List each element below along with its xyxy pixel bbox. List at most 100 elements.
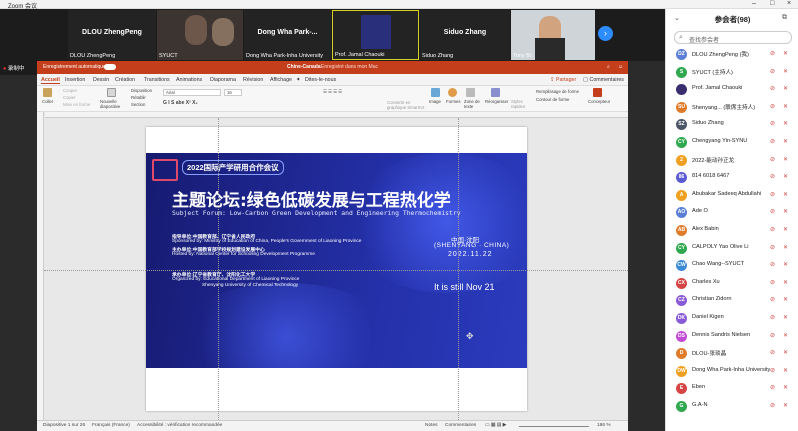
video-tile[interactable]: Siduo Zhang Siduo Zhang <box>420 10 510 60</box>
video-tile-active[interactable]: Prof. Jamal Chaouki <box>332 10 419 60</box>
video-off-icon: ⊘ <box>770 121 776 128</box>
participant-row[interactable]: 86 814 6018 6467 ⊘ ✕ <box>666 169 798 186</box>
video-off-icon: ⊘ <box>770 297 776 304</box>
reset-button[interactable]: Rétablir <box>131 95 146 100</box>
video-off-icon: ⊘ <box>770 227 776 233</box>
zoom-slider[interactable] <box>519 426 589 427</box>
paragraph-icons[interactable]: ☰ ☰ ☰ ☰ <box>323 89 342 95</box>
image-icon[interactable] <box>431 88 440 97</box>
tab-affichage[interactable]: Affichage <box>270 77 292 83</box>
mic-muted-icon: ✕ <box>783 332 789 339</box>
video-off-icon: ⊘ <box>770 209 776 216</box>
participant-row[interactable]: DS Dennis Sandris Nielsen ⊘ ✕ <box>666 328 798 345</box>
participant-row[interactable]: CW Chao Wang--SYUCT ⊘ ✕ <box>666 257 798 274</box>
tab-animations[interactable]: Animations <box>176 77 202 83</box>
participant-row[interactable]: AO Ade O ⊘ ✕ <box>666 204 798 221</box>
participant-name: Chengyang Yin-SYNU <box>692 138 748 144</box>
vertical-scrollbar[interactable] <box>628 61 665 431</box>
tab-creation[interactable]: Création <box>115 77 135 83</box>
video-tile[interactable]: SYUCT <box>157 10 243 60</box>
participant-row[interactable]: DZ DLOU ZhengPeng (我) ⊘ ✕ <box>666 46 798 63</box>
participant-row[interactable]: A Abubakar Sadeeq Abdullahi ⊘ ✕ <box>666 187 798 204</box>
section-button[interactable]: Section <box>131 102 145 107</box>
participant-row[interactable]: CX Charles Xu ⊘ ✕ <box>666 275 798 292</box>
participant-row[interactable]: 2 2022-能动孙正龙 ⊘ ✕ <box>666 152 798 169</box>
textbox-icon[interactable] <box>466 88 475 97</box>
participant-row[interactable]: DK Daniel Kigen ⊘ ✕ <box>666 310 798 327</box>
participant-row[interactable]: D DLOU-张琰晶 ⊘ ✕ <box>666 345 798 362</box>
comments-button[interactable]: ▢ Commentaires <box>583 77 624 83</box>
next-page-icon[interactable]: › <box>598 26 613 41</box>
participant-row[interactable]: CY Chengyang Yin-SYNU ⊘ ✕ <box>666 134 798 151</box>
shapes-icon[interactable] <box>448 88 457 97</box>
video-off-icon: ⊘ <box>770 103 776 110</box>
cut-button[interactable]: Couper <box>63 88 77 93</box>
video-tile[interactable]: Dong Wha Park-... Dong Wha Park-Inha Uni… <box>244 10 331 60</box>
bold-button[interactable]: G I S abe X² X₂ <box>163 100 198 106</box>
participant-row[interactable]: CZ Christian Zidorn ⊘ ✕ <box>666 292 798 309</box>
paste-icon[interactable] <box>43 88 52 97</box>
share-button[interactable]: ⇪ Partager <box>550 77 576 83</box>
participants-panel: ⌄ 参会者(98) ⧉ ⌕ 查找参会者 DZ DLOU ZhengPeng (我)… <box>665 9 798 431</box>
video-off-icon: ⊘ <box>770 51 776 57</box>
copy-button[interactable]: Copier <box>63 95 76 100</box>
participant-row[interactable]: DW Dong Wha Park-Inha University ⊘ ✕ <box>666 363 798 380</box>
participant-row[interactable]: AB Alex Babin ⊘ ✕ <box>666 222 798 239</box>
video-off-icon: ⊘ <box>770 174 776 181</box>
image-button[interactable]: Image <box>429 99 441 104</box>
maximize-icon[interactable]: □ <box>770 0 774 7</box>
minimize-icon[interactable]: – <box>752 0 756 7</box>
search-icon[interactable]: ⌕ <box>607 64 610 70</box>
tab-accueil[interactable]: Accueil <box>41 77 60 84</box>
slide-image[interactable]: 2022国际产学研用合作会议 主题论坛:绿色低碳发展与工程热化学 Subject… <box>146 153 527 368</box>
popout-icon[interactable]: ⧉ <box>782 14 787 22</box>
video-tile[interactable]: Tony Bi <box>511 10 595 60</box>
designer-icon[interactable] <box>593 88 602 97</box>
font-select[interactable]: Arial <box>163 89 221 96</box>
layout-button[interactable]: Disposition <box>131 88 152 93</box>
close-icon[interactable]: × <box>787 0 791 7</box>
shape-outline-button[interactable]: Contour de forme <box>536 97 569 102</box>
tell-me-search[interactable]: Dites-le-nous <box>305 77 336 83</box>
size-select[interactable]: 16 <box>224 89 242 96</box>
autosave-toggle[interactable] <box>104 64 116 70</box>
smartart-button[interactable]: Convertir en graphique SmartArt <box>387 100 427 110</box>
tab-revision[interactable]: Révision <box>243 77 263 83</box>
format-painter[interactable]: Mise en forme <box>63 102 90 107</box>
designer-button[interactable]: Concepteur <box>588 99 610 104</box>
participant-row[interactable]: CY CALPOLY Yao Olive Li ⊘ ✕ <box>666 240 798 257</box>
participant-name: G.A-N <box>692 402 708 408</box>
new-slide-button[interactable]: Nouvelle diapositive <box>100 99 128 109</box>
arrange-icon[interactable] <box>491 88 500 97</box>
tab-insertion[interactable]: Insertion <box>65 77 85 83</box>
avatar: SU <box>676 101 687 113</box>
account-icon[interactable]: ☺ <box>618 64 623 70</box>
tab-dessin[interactable]: Dessin <box>93 77 109 83</box>
shape-fill-button[interactable]: Remplissage de forme <box>536 89 579 94</box>
language-status[interactable]: Français (France) <box>92 423 130 428</box>
accessibility-status[interactable]: Accessibilité : vérification recommandée <box>137 423 222 428</box>
participant-row[interactable]: E Eben ⊘ ✕ <box>666 380 798 397</box>
participant-row[interactable]: Prof. Jamal Chaouki ⊘ ✕ <box>666 81 798 98</box>
participant-row[interactable]: S SYUCT (主持人) ⊘ ✕ <box>666 64 798 81</box>
participant-search-input[interactable]: ⌕ 查找参会者 <box>674 31 792 44</box>
participant-name: CALPOLY Yao Olive Li <box>692 243 749 250</box>
participant-row[interactable]: SZ Siduo Zhang ⊘ ✕ <box>666 116 798 133</box>
shapes-button[interactable]: Formes <box>446 99 461 104</box>
new-slide-icon[interactable] <box>107 88 116 97</box>
video-tile[interactable]: DLOU ZhengPeng DLOU ZhengPeng <box>68 10 156 60</box>
participant-row[interactable]: G G.A-N ⊘ ✕ <box>666 398 798 415</box>
tab-transitions[interactable]: Transitions <box>144 77 170 83</box>
arrange-button[interactable]: Réorganiser <box>485 99 508 104</box>
paste-button[interactable]: Coller <box>42 99 53 104</box>
participant-name: Chao Wang--SYUCT <box>692 261 745 268</box>
comments-status-button[interactable]: Commentaires <box>445 423 476 428</box>
textbox-button[interactable]: Zone de texte <box>464 99 480 109</box>
video-off-icon: ⊘ <box>770 403 776 409</box>
notes-button[interactable]: Notes <box>425 423 438 428</box>
recording-label: 录制中 <box>7 66 25 72</box>
quick-styles-button[interactable]: Styles rapides <box>511 99 527 109</box>
view-icons[interactable]: ▭ ▦ ▤ ▶ <box>485 423 506 428</box>
participant-row[interactable]: SU Shenyang... (联席主持人) ⊘ ✕ <box>666 99 798 116</box>
tab-diaporama[interactable]: Diaporama <box>210 77 236 83</box>
